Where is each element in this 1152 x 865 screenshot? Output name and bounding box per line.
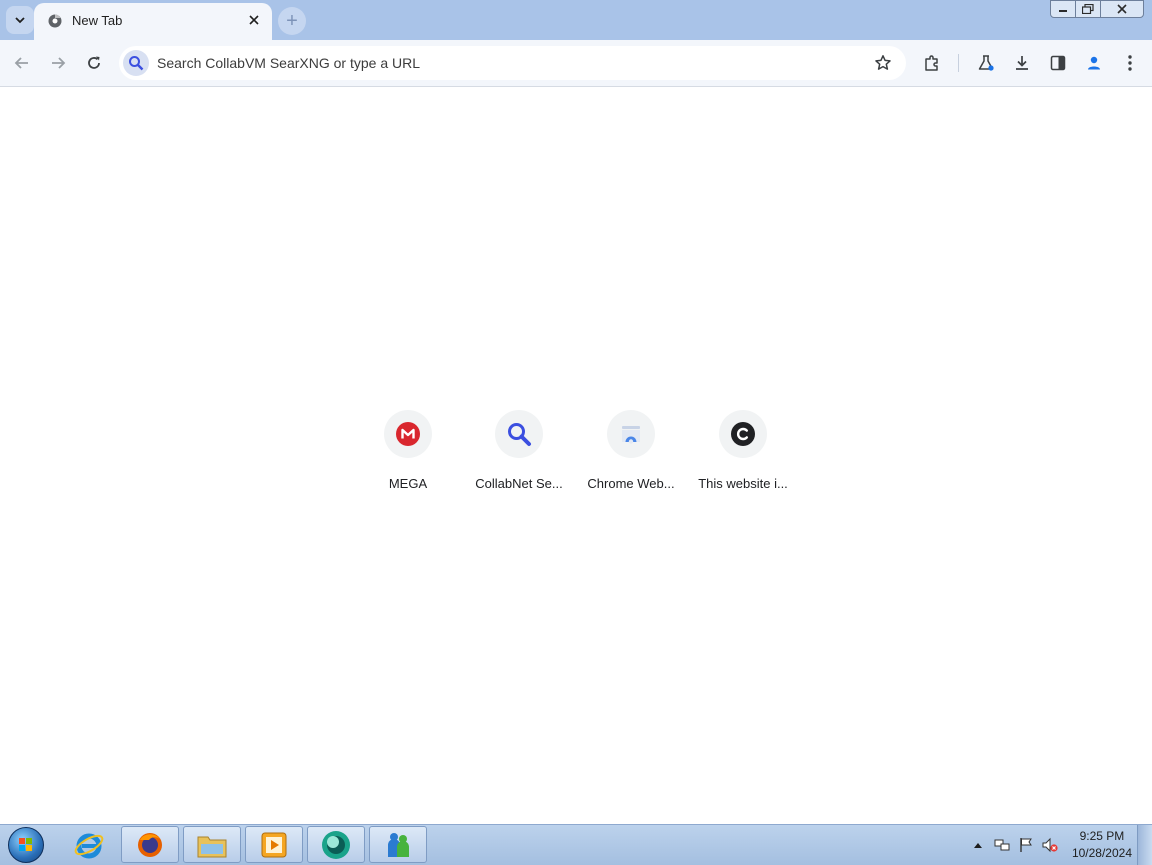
bookmark-button[interactable] — [874, 54, 892, 72]
shortcut-collabnet-search[interactable]: CollabNet Se... — [463, 410, 575, 500]
side-panel-button[interactable] — [1043, 48, 1073, 78]
chevron-up-icon — [973, 843, 982, 848]
shortcut-label: MEGA — [388, 476, 428, 491]
taskbar-internet-explorer[interactable] — [60, 826, 118, 863]
file-explorer-icon — [197, 836, 227, 857]
c-letter-icon — [731, 422, 755, 446]
mega-icon — [396, 422, 420, 446]
search-engine-icon — [123, 50, 149, 76]
taskbar-chrome[interactable] — [307, 826, 365, 863]
puzzle-icon — [925, 55, 938, 71]
reload-icon — [88, 56, 100, 69]
windows-taskbar: 9:25 PM 10/28/2024 — [0, 824, 1152, 865]
taskbar-media-player[interactable] — [245, 826, 303, 863]
toolbar-separator — [958, 54, 959, 72]
star-icon — [875, 55, 891, 70]
network-tray-button[interactable] — [994, 837, 1010, 853]
tab-title: New Tab — [72, 13, 123, 28]
browser-titlebar: New Tab + — [0, 0, 1152, 40]
three-dots-icon — [1128, 55, 1132, 71]
download-icon — [1016, 56, 1028, 70]
person-icon — [1088, 56, 1100, 70]
extensions-button[interactable] — [917, 48, 947, 78]
taskbar-file-explorer[interactable] — [183, 826, 241, 863]
network-icon — [994, 839, 1010, 851]
shortcut-icon-container — [384, 410, 432, 458]
show-desktop-button[interactable] — [1137, 825, 1152, 865]
minimize-button[interactable] — [1050, 0, 1076, 18]
restore-icon — [1082, 4, 1094, 14]
reload-button[interactable] — [79, 48, 109, 78]
shortcut-icon-container — [719, 410, 767, 458]
shortcut-label: This website i... — [698, 476, 788, 491]
shortcut-mega[interactable]: MEGA — [352, 410, 464, 500]
volume-tray-button[interactable] — [1042, 837, 1058, 853]
forward-button[interactable] — [43, 48, 73, 78]
window-controls — [1050, 0, 1144, 20]
system-tray: 9:25 PM 10/28/2024 — [970, 825, 1132, 865]
downloads-button[interactable] — [1007, 48, 1037, 78]
shortcut-this-website[interactable]: This website i... — [687, 410, 799, 500]
labs-button[interactable] — [971, 48, 1001, 78]
arrow-left-icon — [14, 57, 28, 69]
volume-muted-icon — [1042, 837, 1058, 853]
firefox-icon — [138, 832, 162, 857]
minimize-icon — [1059, 10, 1067, 12]
close-icon — [1117, 4, 1127, 14]
clock-date: 10/28/2024 — [1071, 846, 1132, 860]
taskbar-firefox[interactable] — [121, 826, 179, 863]
tab-new-tab[interactable]: New Tab — [34, 3, 272, 40]
side-panel-icon — [1050, 55, 1066, 71]
messenger-icon — [388, 832, 409, 857]
shortcut-label: Chrome Web... — [587, 476, 675, 491]
new-tab-button[interactable]: + — [278, 7, 306, 35]
search-icon — [508, 423, 531, 446]
windows-logo-icon — [8, 827, 44, 863]
tab-close-button[interactable] — [246, 12, 262, 28]
profile-button[interactable] — [1079, 48, 1109, 78]
flask-icon — [978, 55, 994, 71]
search-icon — [129, 56, 144, 71]
arrow-right-icon — [52, 57, 66, 69]
shortcut-icon-container — [495, 410, 543, 458]
tab-search-button[interactable] — [6, 6, 34, 34]
close-icon — [249, 15, 259, 25]
shortcut-icon-container — [607, 410, 655, 458]
restore-button[interactable] — [1075, 0, 1101, 18]
shortcut-chrome-web-store[interactable]: Chrome Web... — [575, 410, 687, 500]
browser-toolbar: Search CollabVM SearXNG or type a URL — [0, 40, 1152, 87]
chrome-icon — [322, 830, 350, 859]
chrome-web-store-icon — [622, 426, 640, 444]
shortcut-label: CollabNet Se... — [475, 476, 563, 491]
back-button[interactable] — [7, 48, 37, 78]
chrome-globe-icon — [48, 14, 62, 28]
address-bar[interactable]: Search CollabVM SearXNG or type a URL — [119, 46, 906, 80]
flag-icon — [1020, 838, 1032, 852]
media-player-icon — [261, 832, 287, 857]
chevron-down-icon — [15, 17, 25, 24]
internet-explorer-icon — [74, 833, 104, 858]
show-hidden-icons-button[interactable] — [970, 837, 986, 853]
taskbar-messenger[interactable] — [369, 826, 427, 863]
menu-button[interactable] — [1115, 48, 1145, 78]
start-button[interactable] — [4, 826, 48, 864]
window-close-button[interactable] — [1100, 0, 1144, 18]
action-center-button[interactable] — [1018, 837, 1034, 853]
system-clock[interactable]: 9:25 PM 10/28/2024 — [1072, 828, 1132, 862]
address-bar-placeholder: Search CollabVM SearXNG or type a URL — [157, 55, 420, 71]
clock-time: 9:25 PM — [1079, 829, 1125, 843]
